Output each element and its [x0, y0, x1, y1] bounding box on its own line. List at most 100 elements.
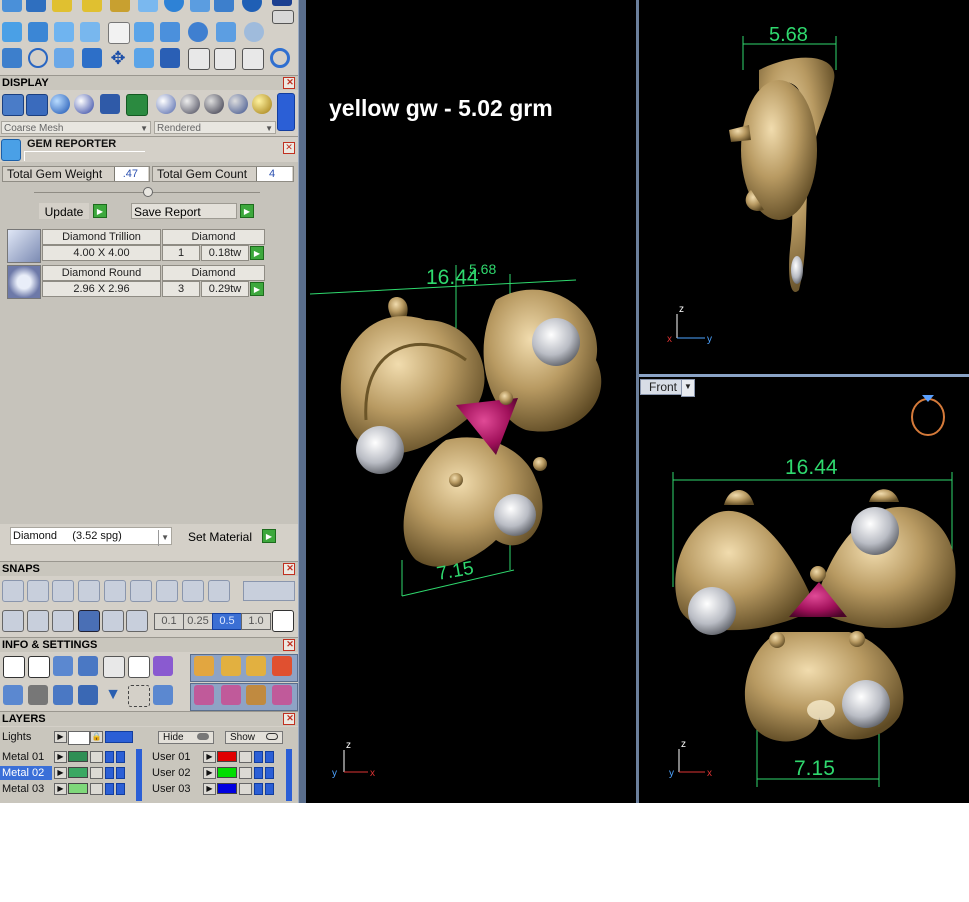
tool-icon[interactable]	[216, 22, 236, 42]
grid-value-option[interactable]: 0.25	[183, 613, 213, 630]
layer-toggle[interactable]	[116, 767, 125, 779]
layer-toggle[interactable]	[254, 783, 263, 795]
play-icon[interactable]: ▶	[54, 783, 67, 795]
tool-icon[interactable]	[82, 0, 102, 12]
snap-options-button[interactable]	[243, 581, 295, 601]
grid-value-option[interactable]: 1.0	[241, 613, 271, 630]
layer-color-swatch[interactable]	[68, 767, 88, 778]
tool-icon[interactable]	[110, 0, 130, 12]
layer-toggle[interactable]	[105, 767, 114, 779]
layer-toggle[interactable]	[116, 783, 125, 795]
cube-icon[interactable]	[53, 685, 73, 705]
set-material-go-icon[interactable]: ▶	[262, 529, 276, 543]
move-icon[interactable]: ✥	[108, 48, 128, 68]
tool-icon[interactable]	[272, 656, 292, 676]
grid-value-option[interactable]: 0.1	[154, 613, 184, 630]
layer-toggle[interactable]	[105, 783, 114, 795]
tool-icon[interactable]	[134, 48, 154, 68]
lock-icon[interactable]	[239, 751, 252, 763]
monitor-icon[interactable]	[28, 685, 48, 705]
tool-icon[interactable]	[160, 48, 180, 68]
tool-icon[interactable]	[52, 0, 72, 12]
scissors-icon[interactable]	[242, 48, 264, 70]
layer-row[interactable]: User 03 ▶	[148, 781, 294, 797]
update-go-icon[interactable]: ▶	[93, 204, 107, 218]
layer-row-selected[interactable]: Metal 02 ▶	[0, 765, 140, 781]
tool-icon[interactable]	[214, 0, 234, 12]
tool-icon[interactable]	[126, 94, 148, 116]
layer-row[interactable]: Metal 01 ▶	[0, 749, 140, 765]
tool-icon[interactable]	[188, 22, 208, 42]
snap-curve-icon[interactable]	[27, 580, 49, 602]
tool-icon[interactable]	[2, 22, 22, 42]
gem-row[interactable]: Diamond Trillion Diamond 4.00 X 4.00 1 0…	[6, 227, 270, 263]
eye-icon[interactable]	[102, 610, 124, 632]
shaded-sphere-icon[interactable]	[50, 94, 70, 114]
tool-icon[interactable]	[82, 48, 102, 68]
material-select[interactable]: Diamond (3.52 spg) ▼	[10, 527, 172, 546]
layer-toggle[interactable]	[254, 751, 263, 763]
tool-icon[interactable]	[246, 685, 266, 705]
sphere-icon[interactable]	[204, 94, 224, 114]
layer-color-swatch[interactable]	[217, 767, 237, 778]
tool-icon[interactable]	[272, 0, 292, 6]
tool-icon[interactable]	[242, 0, 262, 12]
play-icon[interactable]: ▶	[54, 767, 67, 779]
cube-icon[interactable]	[27, 610, 49, 632]
tool-icon[interactable]	[246, 656, 266, 676]
layer-toggle[interactable]	[265, 767, 274, 779]
tool-icon[interactable]	[126, 610, 148, 632]
tool-icon[interactable]	[26, 0, 46, 12]
gem-icon[interactable]	[28, 22, 48, 42]
tool-icon[interactable]	[153, 656, 173, 676]
edit-icon[interactable]	[128, 656, 150, 678]
gem-go-icon[interactable]: ▶	[250, 246, 264, 260]
layer-toggle[interactable]	[265, 783, 274, 795]
layer-color-swatch[interactable]	[68, 751, 88, 762]
layer-color-swatch[interactable]	[217, 751, 237, 762]
snap-cross-icon[interactable]	[52, 580, 74, 602]
layer-scrollbar[interactable]	[286, 749, 292, 801]
tool-icon[interactable]	[190, 0, 210, 12]
sphere-icon[interactable]	[228, 94, 248, 114]
tool-icon[interactable]	[194, 685, 214, 705]
play-icon[interactable]: ▶	[203, 767, 216, 779]
tool-icon[interactable]	[153, 685, 173, 705]
snap-center-icon[interactable]	[130, 580, 152, 602]
tool-icon[interactable]	[214, 48, 236, 70]
lock-icon[interactable]: 🔒	[90, 731, 103, 743]
layer-row[interactable]: Metal 03 ▶	[0, 781, 140, 797]
tool-icon[interactable]	[53, 656, 73, 676]
hide-button[interactable]: Hide	[158, 731, 214, 744]
sphere-icon[interactable]	[156, 94, 176, 114]
layer-toggle[interactable]	[105, 751, 114, 763]
gear-icon[interactable]	[3, 656, 25, 678]
snap-grid-icon[interactable]	[2, 580, 24, 602]
play-icon[interactable]: ▶	[203, 751, 216, 763]
close-icon[interactable]: ✕	[283, 142, 295, 154]
side-viewport[interactable]: 5.68 z y x	[639, 0, 969, 374]
tool-icon[interactable]	[138, 0, 158, 12]
layer-row[interactable]: User 01 ▶	[148, 749, 294, 765]
sphere-icon[interactable]	[180, 94, 200, 114]
close-icon[interactable]: ✕	[283, 713, 295, 725]
lock-icon[interactable]	[239, 767, 252, 779]
lock-icon[interactable]	[90, 783, 103, 795]
tool-icon[interactable]	[54, 48, 74, 68]
snap-end-icon[interactable]	[104, 580, 126, 602]
gem-go-icon[interactable]: ▶	[250, 282, 264, 296]
display-side-button[interactable]	[277, 93, 295, 131]
tool-icon[interactable]	[221, 656, 241, 676]
grid-toggle-icon[interactable]	[272, 610, 294, 632]
layer-color-swatch[interactable]	[68, 783, 88, 794]
circle-icon[interactable]	[270, 48, 290, 68]
wrench-icon[interactable]	[28, 656, 50, 678]
close-icon[interactable]: ✕	[283, 563, 295, 575]
gem-row[interactable]: Diamond Round Diamond 2.96 X 2.96 3 0.29…	[6, 263, 270, 299]
set-material-button[interactable]: Set Material	[180, 528, 260, 544]
select-icon[interactable]	[128, 685, 150, 707]
tool-icon[interactable]	[160, 22, 180, 42]
layer-toggle[interactable]	[116, 751, 125, 763]
save-report-button[interactable]: Save Report	[131, 203, 237, 219]
lock-icon[interactable]	[239, 783, 252, 795]
